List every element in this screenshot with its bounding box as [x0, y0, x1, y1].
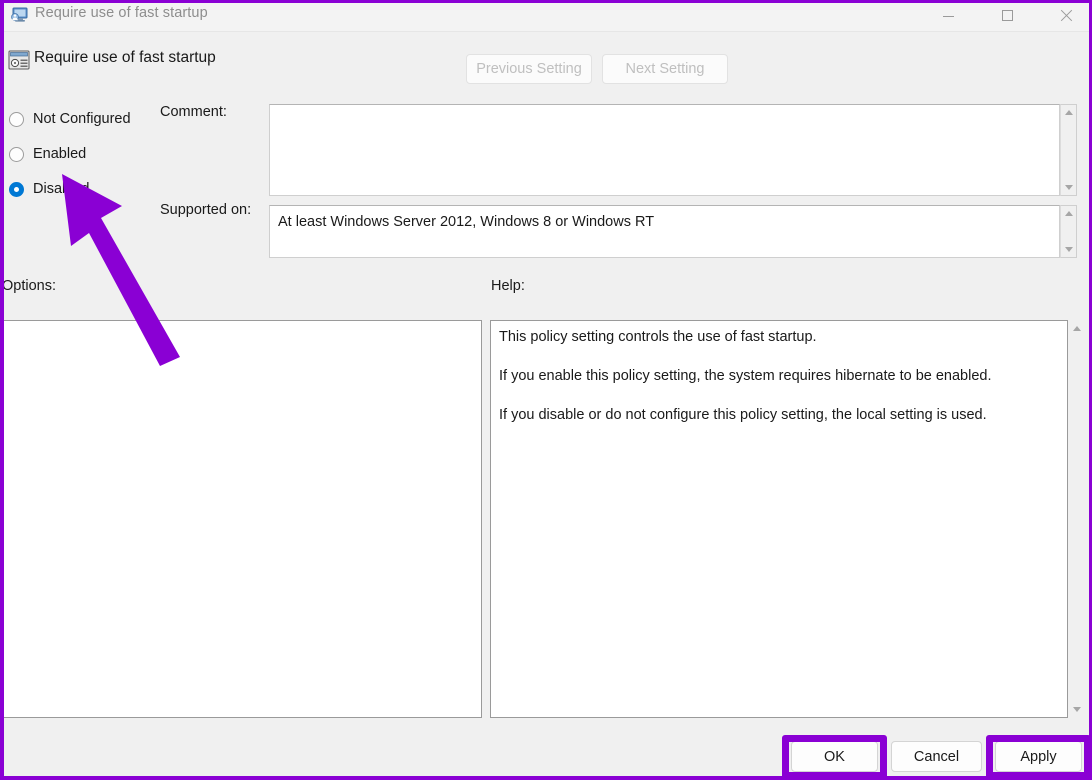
radio-label-disabled: Disabled [33, 181, 90, 197]
cancel-button[interactable]: Cancel [891, 741, 982, 772]
scroll-up-icon[interactable] [1064, 211, 1073, 216]
maximize-button[interactable] [984, 0, 1030, 31]
supported-on-box: At least Windows Server 2012, Windows 8 … [269, 205, 1060, 258]
radio-icon-enabled [9, 146, 24, 162]
next-setting-button[interactable]: Next Setting [602, 54, 728, 84]
comment-label: Comment: [160, 104, 227, 120]
scroll-down-icon[interactable] [1073, 707, 1081, 712]
scroll-down-icon[interactable] [1064, 247, 1073, 252]
comment-input[interactable] [269, 104, 1060, 196]
setting-title: Require use of fast startup [34, 49, 216, 66]
options-panel[interactable] [1, 320, 482, 718]
help-scrollbar[interactable] [1068, 320, 1086, 718]
radio-icon-not-configured [9, 111, 24, 127]
help-label: Help: [491, 278, 525, 294]
supported-on-scrollbar[interactable] [1060, 205, 1077, 258]
help-paragraph: If you disable or do not configure this … [499, 407, 987, 423]
previous-setting-button[interactable]: Previous Setting [466, 54, 592, 84]
help-paragraph: This policy setting controls the use of … [499, 329, 817, 345]
radio-enabled[interactable]: Enabled [9, 143, 86, 165]
radio-label-enabled: Enabled [33, 146, 87, 162]
policy-setting-icon [8, 50, 30, 70]
ok-button[interactable]: OK [791, 741, 878, 772]
scroll-up-icon[interactable] [1073, 326, 1081, 331]
window-title: Require use of fast startup [35, 5, 208, 21]
help-paragraph: If you enable this policy setting, the s… [499, 368, 992, 384]
apply-button[interactable]: Apply [995, 741, 1082, 772]
options-label: Options: [2, 278, 56, 294]
supported-on-value: At least Windows Server 2012, Windows 8 … [278, 214, 655, 230]
minimize-icon [942, 15, 954, 17]
scroll-up-icon[interactable] [1064, 110, 1073, 115]
radio-disabled[interactable]: Disabled [9, 178, 89, 200]
help-panel: This policy setting controls the use of … [490, 320, 1068, 718]
close-button[interactable] [1043, 0, 1089, 31]
scroll-down-icon[interactable] [1064, 185, 1073, 190]
minimize-button[interactable] [925, 0, 971, 31]
group-policy-setting-dialog: Require use of fast startup Require use … [0, 0, 1092, 780]
close-icon [1060, 10, 1072, 22]
radio-icon-disabled-selected [9, 181, 24, 197]
title-bar: Require use of fast startup [0, 0, 1092, 32]
help-text: This policy setting controls the use of … [499, 328, 1055, 445]
radio-label-not-configured: Not Configured [33, 111, 131, 127]
comment-scrollbar[interactable] [1060, 104, 1077, 196]
policy-monitor-icon [11, 7, 28, 22]
supported-on-label: Supported on: [160, 202, 252, 218]
maximize-icon [1001, 10, 1013, 21]
radio-not-configured[interactable]: Not Configured [9, 108, 131, 130]
